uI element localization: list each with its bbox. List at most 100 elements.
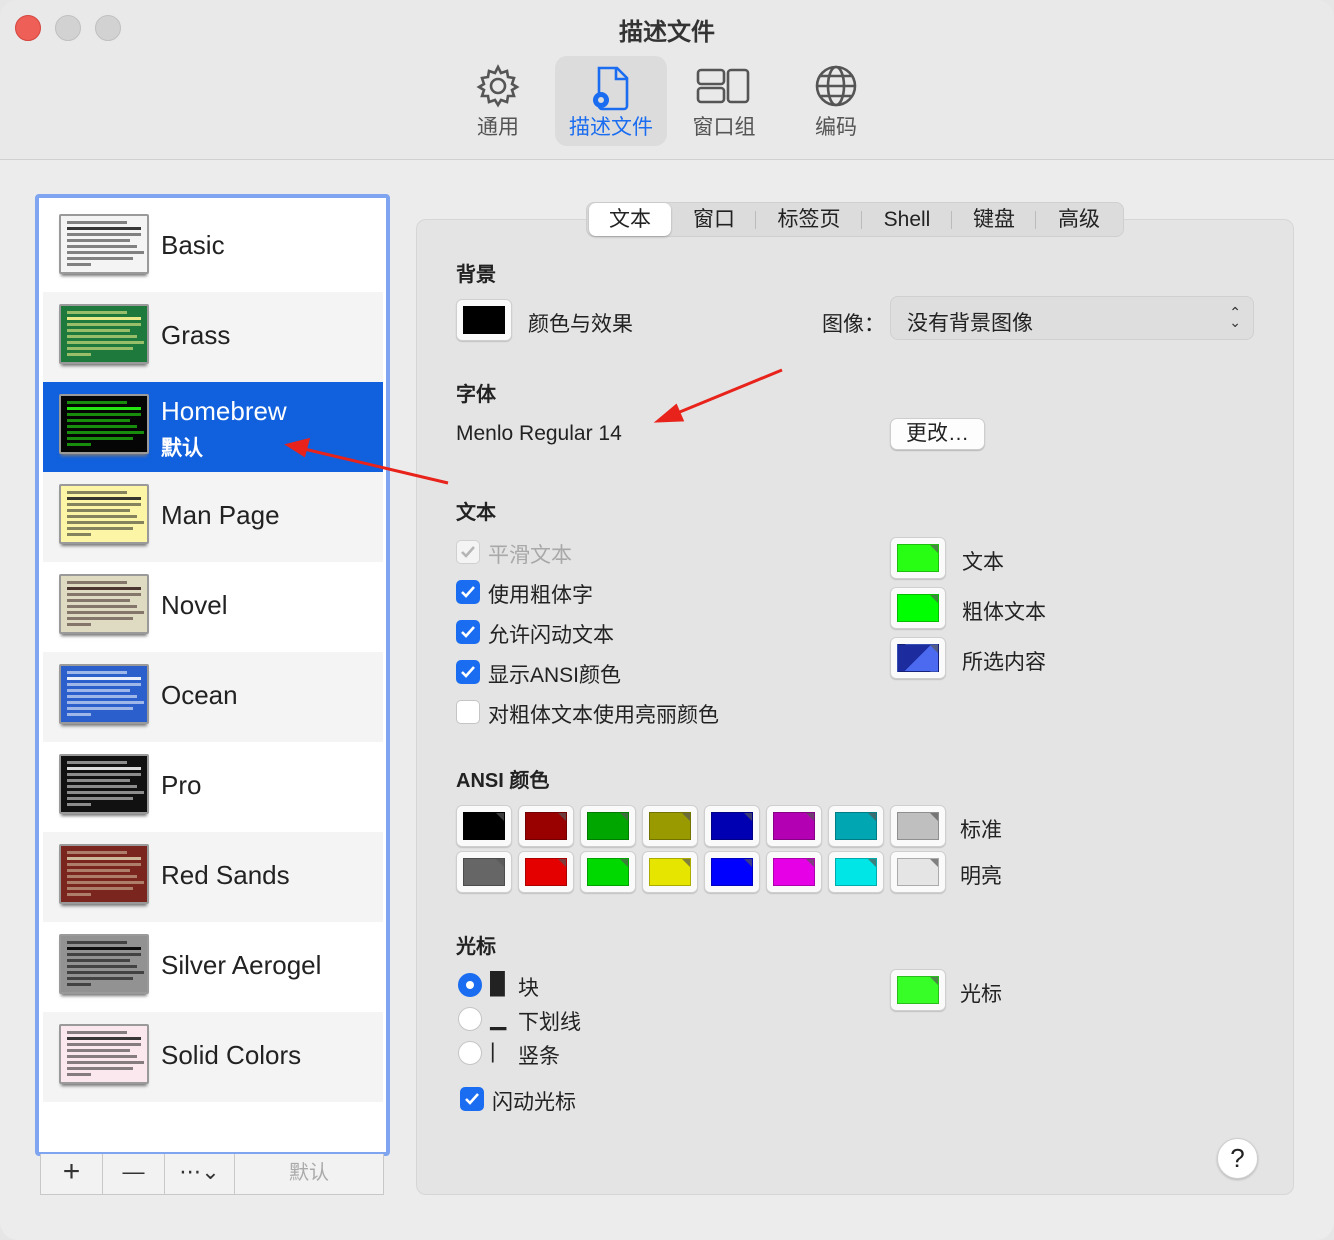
terminal-settings-window: 描述文件 通用 描述文件 窗口组 编码 Basic Grass Homebrew… <box>0 0 1334 1240</box>
checkmark-icon <box>461 546 475 558</box>
preview-text-line <box>67 779 130 782</box>
preview-text-line <box>67 683 141 686</box>
text-color-well[interactable] <box>890 537 946 579</box>
profile-name: Pro <box>161 770 202 800</box>
cursor-style-label: 块 <box>518 977 539 1000</box>
background-heading: 背景 <box>456 264 496 286</box>
cursor-style-glyph: ▁ <box>490 1007 507 1030</box>
cursor-color-well[interactable] <box>890 969 946 1011</box>
remove-profile-button[interactable]: — <box>103 1154 165 1194</box>
ansi-bright-color-well[interactable] <box>642 851 698 893</box>
ansi-bright-color-well[interactable] <box>580 851 636 893</box>
preview-text-line <box>67 941 127 944</box>
settings-tabs: 文本 窗口 标签页 Shell 键盘 高级 <box>586 202 1124 237</box>
ansi-bright-color-well[interactable] <box>890 851 946 893</box>
ansi-standard-color-well[interactable] <box>580 805 636 847</box>
text-option-checkbox[interactable] <box>456 620 480 644</box>
toolbar-general[interactable]: 通用 <box>442 56 554 146</box>
checkmark-icon <box>465 1093 479 1105</box>
profile-list[interactable]: Basic Grass Homebrew 默认 Man Page Novel Ocean Pr… <box>35 194 390 1156</box>
background-image-select[interactable]: 没有背景图像 ⌃ ⌄ <box>890 296 1254 340</box>
preview-text-line <box>67 401 127 404</box>
ansi-bright-color-well[interactable] <box>828 851 884 893</box>
profile-row[interactable]: Pro <box>43 742 383 832</box>
ansi-standard-color-well[interactable] <box>642 805 698 847</box>
ansi-standard-color-well[interactable] <box>518 805 574 847</box>
cursor-style-glyph: █ <box>490 972 505 995</box>
help-button[interactable]: ? <box>1217 1138 1258 1179</box>
cursor-style-radio[interactable] <box>458 1007 482 1031</box>
preview-text-line <box>67 701 144 704</box>
toolbar-profiles[interactable]: 描述文件 <box>555 56 667 146</box>
more-actions-button[interactable]: ⋯⌄ <box>165 1154 235 1194</box>
profile-row[interactable]: Basic <box>43 202 383 292</box>
ansi-bright-color-well[interactable] <box>704 851 760 893</box>
preview-text-line <box>67 431 144 434</box>
text-color-label: 粗体文本 <box>962 601 1046 624</box>
profile-name: Basic <box>161 230 225 260</box>
tab-advanced[interactable]: 高级 <box>1037 203 1121 236</box>
preview-text-line <box>67 311 127 314</box>
cursor-color-label: 光标 <box>960 983 1002 1006</box>
profile-list-buttons: + — ⋯⌄ 默认 <box>40 1154 384 1195</box>
tab-shell[interactable]: Shell <box>863 203 951 236</box>
tab-window[interactable]: 窗口 <box>673 203 755 236</box>
ansi-standard-color-well[interactable] <box>456 805 512 847</box>
color-effects-label: 颜色与效果 <box>528 313 633 336</box>
background-color-well[interactable] <box>456 299 512 341</box>
ansi-standard-color-well[interactable] <box>828 805 884 847</box>
preview-text-line <box>67 257 133 260</box>
preview-text-line <box>67 893 91 896</box>
profile-row[interactable]: Silver Aerogel <box>43 922 383 1012</box>
text-option-checkbox[interactable] <box>456 700 480 724</box>
blink-cursor-checkbox[interactable] <box>460 1087 484 1111</box>
ansi-standard-color-well[interactable] <box>704 805 760 847</box>
preview-text-line <box>67 971 144 974</box>
ansi-standard-color-well[interactable] <box>766 805 822 847</box>
cursor-style-radio[interactable] <box>458 973 482 997</box>
ansi-standard-color-well[interactable] <box>890 805 946 847</box>
toolbar-encoding[interactable]: 编码 <box>780 56 892 146</box>
text-option-checkbox[interactable] <box>456 660 480 684</box>
window-group-icon <box>696 68 750 104</box>
cursor-style-radio[interactable] <box>458 1041 482 1065</box>
tab-tabs[interactable]: 标签页 <box>757 203 861 236</box>
gear-icon <box>476 64 520 108</box>
profile-row[interactable]: Ocean <box>43 652 383 742</box>
change-font-button[interactable]: 更改… <box>890 418 985 450</box>
preview-text-line <box>67 515 137 518</box>
profile-name: Solid Colors <box>161 1040 302 1070</box>
profile-row[interactable]: Homebrew 默认 <box>43 382 383 472</box>
ansi-bright-color-well[interactable] <box>518 851 574 893</box>
profile-preview-thumbnail <box>59 754 149 814</box>
add-profile-button[interactable]: + <box>41 1154 103 1194</box>
ansi-bright-color-well[interactable] <box>766 851 822 893</box>
tab-keyboard[interactable]: 键盘 <box>953 203 1035 236</box>
profile-row[interactable]: Man Page <box>43 472 383 562</box>
text-color-well[interactable] <box>890 587 946 629</box>
profile-row[interactable]: Red Sands <box>43 832 383 922</box>
ansi-bright-color-well-fill <box>835 858 877 886</box>
preview-text-line <box>67 497 141 500</box>
text-color-well[interactable] <box>890 637 946 679</box>
preview-text-line <box>67 713 91 716</box>
ansi-standard-color-well-fill <box>835 812 877 840</box>
background-color-fill <box>463 306 505 334</box>
profile-row[interactable]: Novel <box>43 562 383 652</box>
profile-name: Homebrew <box>161 396 287 426</box>
toolbar-window-groups[interactable]: 窗口组 <box>668 56 780 146</box>
checkmark-icon <box>461 626 475 638</box>
text-option-checkbox[interactable] <box>456 580 480 604</box>
ansi-bright-color-well-fill <box>525 858 567 886</box>
profile-name: Man Page <box>161 500 280 530</box>
preview-text-line <box>67 323 141 326</box>
preview-text-line <box>67 581 127 584</box>
set-default-button[interactable]: 默认 <box>235 1154 383 1194</box>
ansi-bright-color-well[interactable] <box>456 851 512 893</box>
profile-row[interactable]: Grass <box>43 292 383 382</box>
tab-text[interactable]: 文本 <box>589 203 671 236</box>
profile-row[interactable]: Solid Colors <box>43 1012 383 1102</box>
cursor-style-label: 竖条 <box>518 1045 560 1068</box>
text-option-checkbox <box>456 540 480 564</box>
ansi-bright-color-well-fill <box>897 858 939 886</box>
